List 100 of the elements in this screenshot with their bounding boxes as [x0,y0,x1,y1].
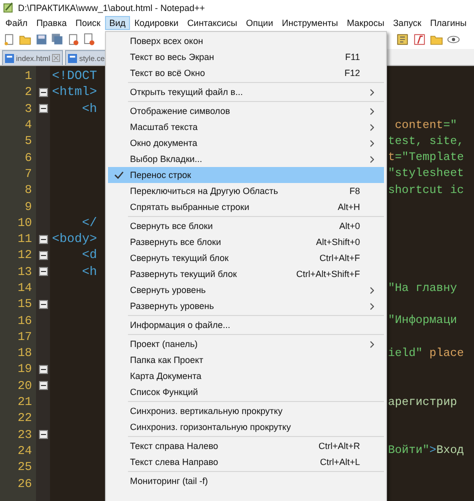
menu-item[interactable]: Текст слева Направо Ctrl+Alt+L [108,454,384,470]
line-number: 5 [24,134,33,148]
code-text: ="Template [394,151,464,164]
menu-bar-item[interactable]: Синтаксисы [182,16,242,30]
menu-item[interactable]: Текст во всё Окно F12 [108,65,384,81]
fold-toggle-icon[interactable] [38,104,48,114]
fold-toggle-icon[interactable] [38,381,48,390]
new-file-icon[interactable] [3,33,16,46]
menu-item[interactable]: Свернуть текущий блок Ctrl+Alt+F [108,250,384,266]
code-text: "Информаци [388,314,458,328]
code-text: <h [81,264,98,279]
menu-item[interactable]: Перенос строк [108,167,384,183]
menu-item[interactable]: Масштаб текста [108,119,384,135]
window-title: D:\ПРАКТИКА\www_1\about.html - Notepad++ [18,2,205,12]
eye-icon[interactable] [447,33,460,46]
menu-item[interactable]: Спрятать выбранные строки Alt+H [108,199,384,215]
save-icon[interactable] [35,33,48,46]
code-text: <!DOCT [52,69,98,84]
menu-item[interactable]: Окно документа [108,135,384,151]
code-text: content [394,118,444,132]
code-text: <body> [52,232,98,246]
menu-item[interactable]: Развернуть все блоки Alt+Shift+0 [108,234,384,250]
menu-bar-item[interactable]: Поиск [71,16,105,30]
code-text: t [388,151,395,164]
menu-item[interactable]: Переключиться на Другую Область F8 [108,183,384,199]
menu-item[interactable]: Текст во весь Экран F11 [108,49,384,65]
code-text: =" [443,118,458,132]
menu-bar-item[interactable]: Файл [1,16,32,30]
line-number: 9 [24,200,33,214]
line-number: 17 [16,330,33,344]
fold-toggle-icon[interactable] [38,267,48,276]
menu-item[interactable]: Синхрониз. вертикальную прокрутку [108,403,384,419]
line-number: 7 [24,166,33,181]
menu-item[interactable]: Свернуть все блоки Alt+0 [108,218,384,234]
fold-toggle-icon[interactable] [38,430,48,440]
fold-toggle-icon[interactable] [38,234,48,244]
menu-bar-item[interactable]: Макросы [342,16,389,30]
document-icon[interactable] [396,33,409,46]
menu-item[interactable]: Свернуть уровень [108,282,384,298]
menu-bar-item[interactable]: Запуск [388,16,426,30]
line-number: 3 [24,102,33,116]
fold-toggle-icon[interactable] [38,364,48,374]
line-number: 1 [24,69,33,84]
menu-item[interactable]: Открыть текущий файл в... [108,84,384,100]
line-number: 16 [16,314,33,328]
menu-bar-item[interactable]: Кодировки [130,16,183,30]
menu-bar-item[interactable]: Инструменты [278,16,342,30]
menu-item[interactable]: Проект (панель) [108,336,384,352]
line-number: 12 [16,248,33,262]
menu-item[interactable]: Карта Документа [108,368,384,384]
line-number: 25 [16,460,33,474]
menu-item[interactable]: Развернуть текущий блок Ctrl+Alt+Shift+F [108,266,384,282]
line-number: 4 [24,118,33,132]
line-number: 19 [16,362,33,376]
function-icon[interactable] [413,33,426,46]
menu-bar-item[interactable]: Плагины [426,16,471,30]
save-all-icon[interactable] [51,33,64,46]
line-number: 24 [16,444,33,458]
code-text: > [429,444,436,458]
code-text: <d [81,248,98,262]
line-number: 15 [16,297,33,312]
line-number: 18 [16,346,33,360]
code-text: "На главну [388,282,458,294]
line-number: 26 [16,476,33,491]
menu-item[interactable]: Папка как Проект [108,352,384,368]
fold-toggle-icon[interactable] [38,300,48,309]
code-text: ield" [388,346,423,360]
code-text: </ [81,216,98,230]
line-number: 8 [24,183,33,198]
line-number: 20 [16,378,33,393]
code-text: Войти" [388,444,430,458]
menu-item[interactable]: Синхрониз. горизонтальную прокрутку [108,419,384,435]
menu-item[interactable]: Выбор Вкладки... [108,151,384,167]
line-number: 14 [16,281,33,295]
menu-item[interactable]: Развернуть уровень [108,298,384,314]
code-text: <h [81,102,98,116]
line-number: 11 [16,232,33,246]
fold-toggle-icon[interactable] [38,250,48,260]
line-number: 13 [16,264,33,279]
menu-item[interactable]: Поверх всех окон [108,33,384,49]
code-text: <html> [52,85,98,100]
menu-bar-item[interactable]: Опции [242,16,278,30]
line-number: 21 [16,395,33,410]
menu-item[interactable]: Мониторинг (tail -f) [108,473,384,489]
menu-item[interactable]: Список Функций [108,384,384,400]
code-text: "stylesheet [388,167,464,180]
close-all-icon[interactable] [83,33,96,46]
app-icon [3,2,14,13]
menu-item[interactable]: Текст справа Налево Ctrl+Alt+R [108,438,384,454]
fold-toggle-icon[interactable] [38,88,48,97]
open-folder-icon[interactable] [19,33,32,46]
line-number: 22 [16,411,33,426]
line-number: 10 [16,216,33,230]
menu-item[interactable]: Информация о файле... [108,317,384,333]
menu-item[interactable]: Отображение символов [108,103,384,119]
menu-bar-item[interactable]: Вид [104,16,130,30]
close-file-icon[interactable] [67,33,80,46]
folder-icon[interactable] [430,33,443,46]
menu-bar-item[interactable]: Правка [32,16,72,30]
line-number: 23 [16,428,33,442]
